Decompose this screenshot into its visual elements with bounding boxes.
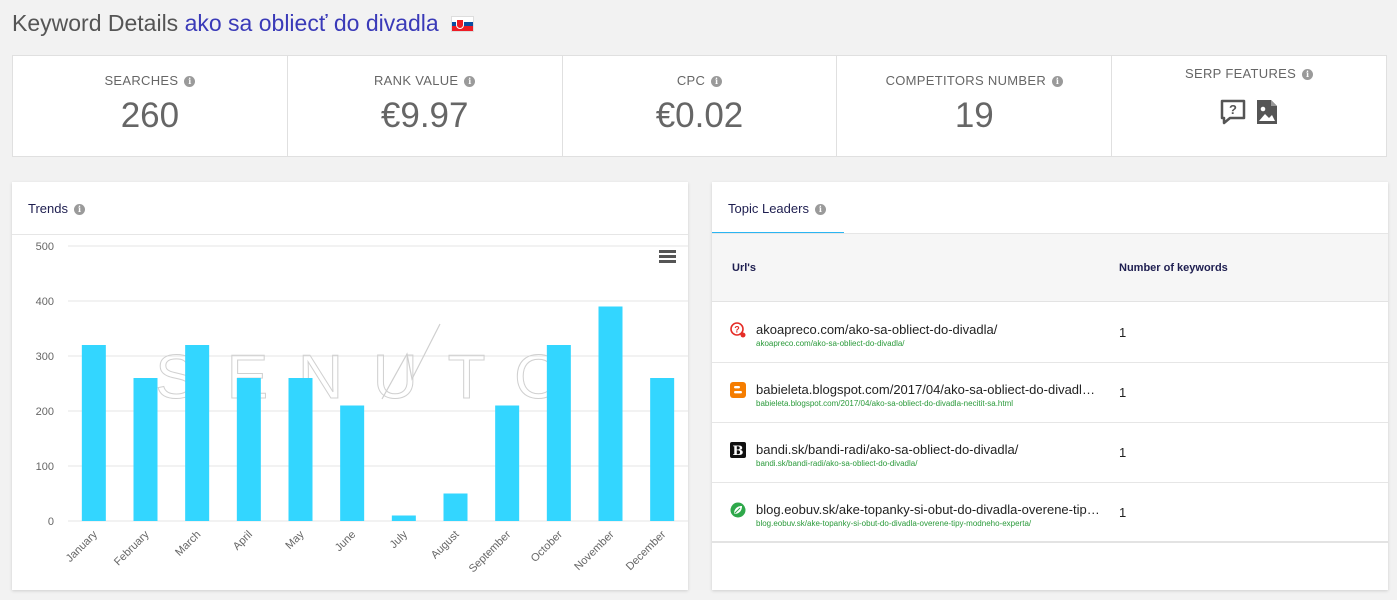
stat-searches-label: SEARCHES — [104, 73, 179, 88]
trends-bar-chart: SENUTO 0 100 200 300 400 500 January February M… — [36, 241, 688, 575]
row-url[interactable]: babieleta.blogspot.com/2017/04/ako-sa-ob… — [756, 382, 1101, 397]
y-tick-label: 100 — [36, 461, 54, 473]
chart-bar-february[interactable] — [133, 378, 158, 521]
stat-rank-value-value: €9.97 — [380, 96, 469, 135]
svg-text:B: B — [733, 444, 744, 458]
row-url[interactable]: bandi.sk/bandi-radi/ako-sa-obliect-do-di… — [756, 442, 1101, 457]
table-row: blog.eobuv.sk/ake-topanky-si-obut-do-div… — [712, 483, 1388, 543]
slovakia-flag-icon — [451, 16, 475, 32]
stat-cpc: CPC i €0.02 — [563, 56, 838, 156]
row-url-link[interactable]: bandi.sk/bandi-radi/ako-sa-obliect-do-di… — [756, 459, 917, 468]
stat-searches-value: 260 — [120, 96, 180, 135]
x-tick-label: May — [283, 528, 307, 552]
trends-title: Trends — [28, 201, 68, 216]
table-row: ? akoapreco.com/ako-sa-obliect-do-divadl… — [712, 303, 1388, 363]
question-answer-icon[interactable]: ? — [1219, 98, 1247, 126]
eobuv-leaf-favicon-icon — [730, 502, 746, 518]
chart-bar-november[interactable] — [598, 306, 623, 522]
svg-text:?: ? — [1229, 102, 1237, 117]
chart-menu-icon[interactable] — [659, 250, 676, 264]
info-icon[interactable]: i — [73, 204, 85, 215]
table-header: Url's Number of keywords — [712, 234, 1388, 302]
stat-competitors: COMPETITORS NUMBER i 19 — [837, 56, 1113, 156]
chart-bar-june[interactable] — [340, 405, 365, 522]
y-tick-label: 0 — [48, 516, 54, 528]
stat-serp-features-label: SERP FEATURES — [1185, 66, 1297, 81]
row-url[interactable]: blog.eobuv.sk/ake-topanky-si-obut-do-div… — [756, 502, 1101, 517]
table-bottom-border — [712, 541, 1388, 543]
stat-rank-value: RANK VALUE i €9.97 — [288, 56, 563, 156]
chart-bar-april[interactable] — [236, 378, 261, 521]
row-keyword-count: 1 — [1119, 505, 1127, 520]
x-tick-label: August — [429, 529, 462, 562]
info-icon[interactable]: i — [1302, 69, 1314, 80]
stat-searches: SEARCHES i 260 — [13, 56, 288, 156]
page-title-prefix: Keyword Details — [12, 10, 179, 36]
info-icon[interactable]: i — [711, 76, 723, 87]
row-keyword-count: 1 — [1119, 385, 1127, 400]
blogger-favicon-icon — [730, 382, 746, 398]
chart-bar-july[interactable] — [391, 515, 416, 522]
row-url-link[interactable]: blog.eobuv.sk/ake-topanky-si-obut-do-div… — [756, 519, 1031, 528]
info-icon[interactable]: i — [1052, 76, 1064, 87]
topic-leaders-tab-label: Topic Leaders — [728, 201, 809, 216]
x-tick-label: July — [388, 528, 411, 551]
y-tick-label: 200 — [36, 406, 54, 418]
y-tick-label: 400 — [36, 296, 54, 308]
chart-bar-september[interactable] — [495, 405, 520, 522]
x-tick-label: January — [64, 528, 101, 565]
x-tick-label: March — [173, 529, 203, 559]
tab-topic-leaders[interactable]: Topic Leaders i — [712, 182, 844, 234]
row-url-link[interactable]: babieleta.blogspot.com/2017/04/ako-sa-ob… — [756, 399, 1013, 408]
x-tick-label: June — [333, 529, 358, 554]
chart-bar-october[interactable] — [546, 345, 571, 521]
senuto-watermark: SENUTO — [155, 343, 592, 412]
x-tick-label: December — [624, 528, 669, 573]
trends-card: Trends i SENUTO 0 100 200 300 400 500 January F… — [12, 182, 688, 590]
column-header-urls[interactable]: Url's — [732, 262, 756, 274]
y-tick-label: 500 — [36, 241, 54, 253]
row-keyword-count: 1 — [1119, 445, 1127, 460]
x-tick-label: October — [529, 528, 565, 564]
bandi-favicon-icon: B — [730, 442, 746, 458]
y-tick-label: 300 — [36, 351, 54, 363]
stat-competitors-label: COMPETITORS NUMBER — [885, 73, 1047, 88]
image-icon[interactable] — [1255, 98, 1279, 126]
table-row: B bandi.sk/bandi-radi/ako-sa-obliect-do-… — [712, 423, 1388, 483]
stat-cpc-value: €0.02 — [655, 96, 744, 135]
page-title: Keyword Details ako sa obliecť do divadl… — [12, 10, 475, 37]
svg-text:?: ? — [734, 325, 740, 335]
stat-serp-features: SERP FEATURES i ? — [1112, 56, 1386, 156]
chart-bar-august[interactable] — [443, 493, 468, 522]
chart-bar-may[interactable] — [288, 378, 313, 521]
info-icon[interactable]: i — [184, 76, 196, 87]
info-icon[interactable]: i — [464, 76, 476, 87]
topic-leaders-card: Topic Leaders i Url's Number of keywords … — [712, 182, 1388, 590]
chart-bar-january[interactable] — [81, 345, 106, 521]
x-tick-label: February — [112, 528, 152, 568]
info-icon[interactable]: i — [814, 204, 826, 215]
chart-bar-march[interactable] — [185, 345, 210, 521]
keyword-text: ako sa obliecť do divadla — [184, 10, 439, 36]
x-tick-label: November — [572, 528, 617, 573]
stat-competitors-value: 19 — [954, 96, 994, 135]
stat-rank-value-label: RANK VALUE — [373, 73, 459, 88]
stat-cpc-label: CPC — [676, 73, 706, 88]
column-header-number-of-keywords[interactable]: Number of keywords — [1119, 262, 1228, 274]
row-url-link[interactable]: akoapreco.com/ako-sa-obliect-do-divadla/ — [756, 339, 905, 348]
stats-panel: SEARCHES i 260 RANK VALUE i €9.97 CPC i €0.… — [12, 55, 1387, 157]
x-tick-label: September — [467, 528, 514, 575]
chart-bar-december[interactable] — [650, 378, 675, 521]
row-url[interactable]: akoapreco.com/ako-sa-obliect-do-divadla/ — [756, 322, 1101, 337]
row-keyword-count: 1 — [1119, 325, 1127, 340]
table-row: babieleta.blogspot.com/2017/04/ako-sa-ob… — [712, 363, 1388, 423]
x-tick-label: April — [231, 529, 255, 553]
akoapreco-favicon-icon: ? — [730, 322, 746, 338]
